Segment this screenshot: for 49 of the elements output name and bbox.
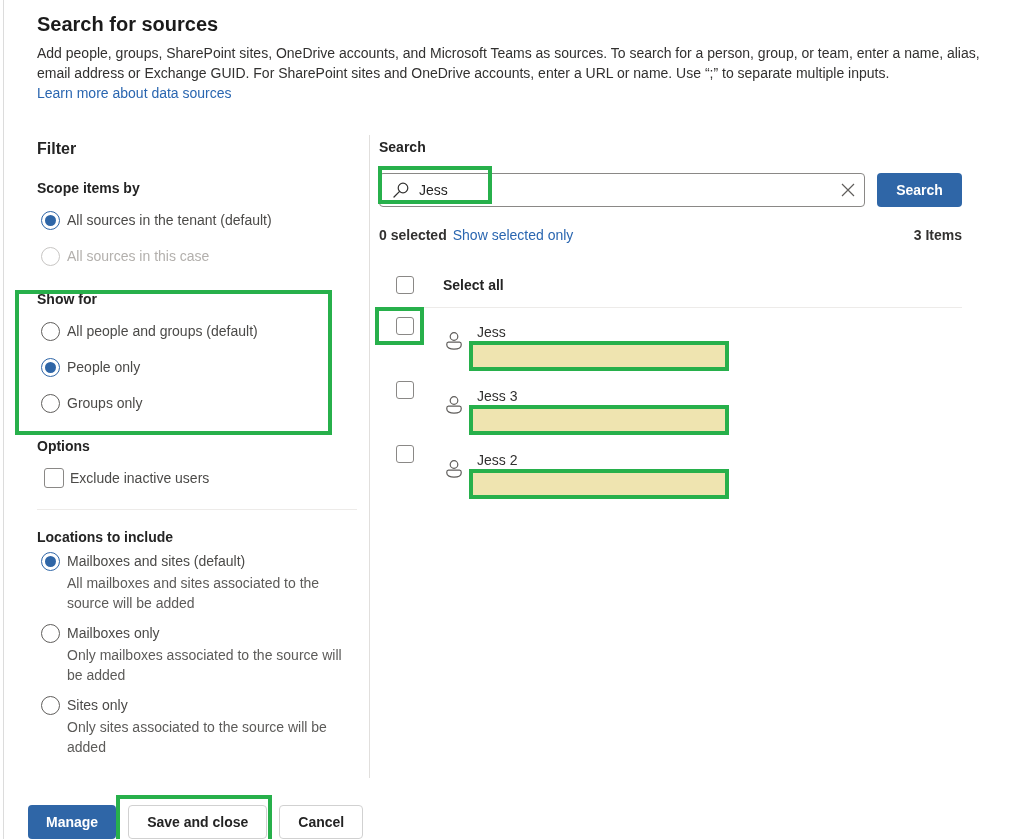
option-label[interactable]: Mailboxes and sites (default) <box>67 551 357 571</box>
option-description: Only sites associated to the source will be added <box>67 718 328 757</box>
search-icon <box>393 182 409 198</box>
section-heading: Scope items by <box>37 179 141 198</box>
option-label[interactable]: Groups only <box>67 393 143 413</box>
person-icon <box>446 460 462 478</box>
radio-button[interactable] <box>41 321 60 341</box>
checkbox[interactable] <box>44 468 64 488</box>
item-count: 3 Items <box>913 227 962 243</box>
search-field[interactable]: Jess <box>379 173 865 207</box>
option-label[interactable]: All people and groups (default) <box>67 321 258 341</box>
radio-button[interactable] <box>41 210 60 230</box>
radio-button[interactable] <box>41 552 60 571</box>
result-name[interactable]: Jess <box>477 324 729 340</box>
dialog-description: Add people, groups, SharePoint sites, OneDrive accounts, and Microsoft Teams as sources. To search for a person, group, or team, enter a name, alias, email address or Exchange GUID. For SharePoint sites and OneDrive accounts, enter a URL or name. Use “;” to separate multiple inputs. Learn more about data sources <box>37 44 981 103</box>
footer-button[interactable]: Save and close <box>128 805 268 839</box>
show-selected-link[interactable]: Show selected only <box>452 227 574 243</box>
checkbox[interactable] <box>396 381 414 399</box>
option-label[interactable]: People only <box>67 357 141 377</box>
option-label[interactable]: All sources in the tenant (default) <box>67 210 272 230</box>
radio-button[interactable] <box>41 624 60 643</box>
option-description: Only mailboxes associated to the source will be added <box>67 646 343 685</box>
radio-button[interactable] <box>41 393 60 413</box>
footer-button[interactable]: Cancel <box>279 805 364 839</box>
checkbox[interactable] <box>396 317 414 335</box>
option-description: All mailboxes and sites associated to the source will be added <box>67 574 321 613</box>
close-icon[interactable] <box>841 183 855 197</box>
person-icon <box>446 396 462 414</box>
option-label[interactable]: Mailboxes only <box>67 623 357 643</box>
section-heading: Locations to include <box>37 528 175 547</box>
radio-button[interactable] <box>41 357 60 377</box>
section-heading: Show for <box>37 290 98 309</box>
learn-more-link[interactable]: Learn more about data sources <box>37 85 232 101</box>
search-label: Search <box>379 138 427 157</box>
search-button[interactable]: Search <box>877 173 962 207</box>
manage-button[interactable]: Manage <box>28 805 117 839</box>
selected-count: 0 selected <box>379 227 447 243</box>
radio-button[interactable] <box>41 696 60 715</box>
section-heading: Options <box>37 437 91 456</box>
result-name[interactable]: Jess 3 <box>477 388 729 404</box>
filter-title: Filter <box>37 139 78 159</box>
checkbox[interactable] <box>396 276 414 294</box>
person-icon <box>446 332 462 350</box>
dialog-title: Search for sources <box>37 12 220 37</box>
select-all-label[interactable]: Select all <box>443 277 504 293</box>
checkbox-label[interactable]: Exclude inactive users <box>70 468 210 488</box>
option-label[interactable]: Sites only <box>67 695 357 715</box>
result-name[interactable]: Jess 2 <box>477 452 729 468</box>
checkbox[interactable] <box>396 445 414 463</box>
